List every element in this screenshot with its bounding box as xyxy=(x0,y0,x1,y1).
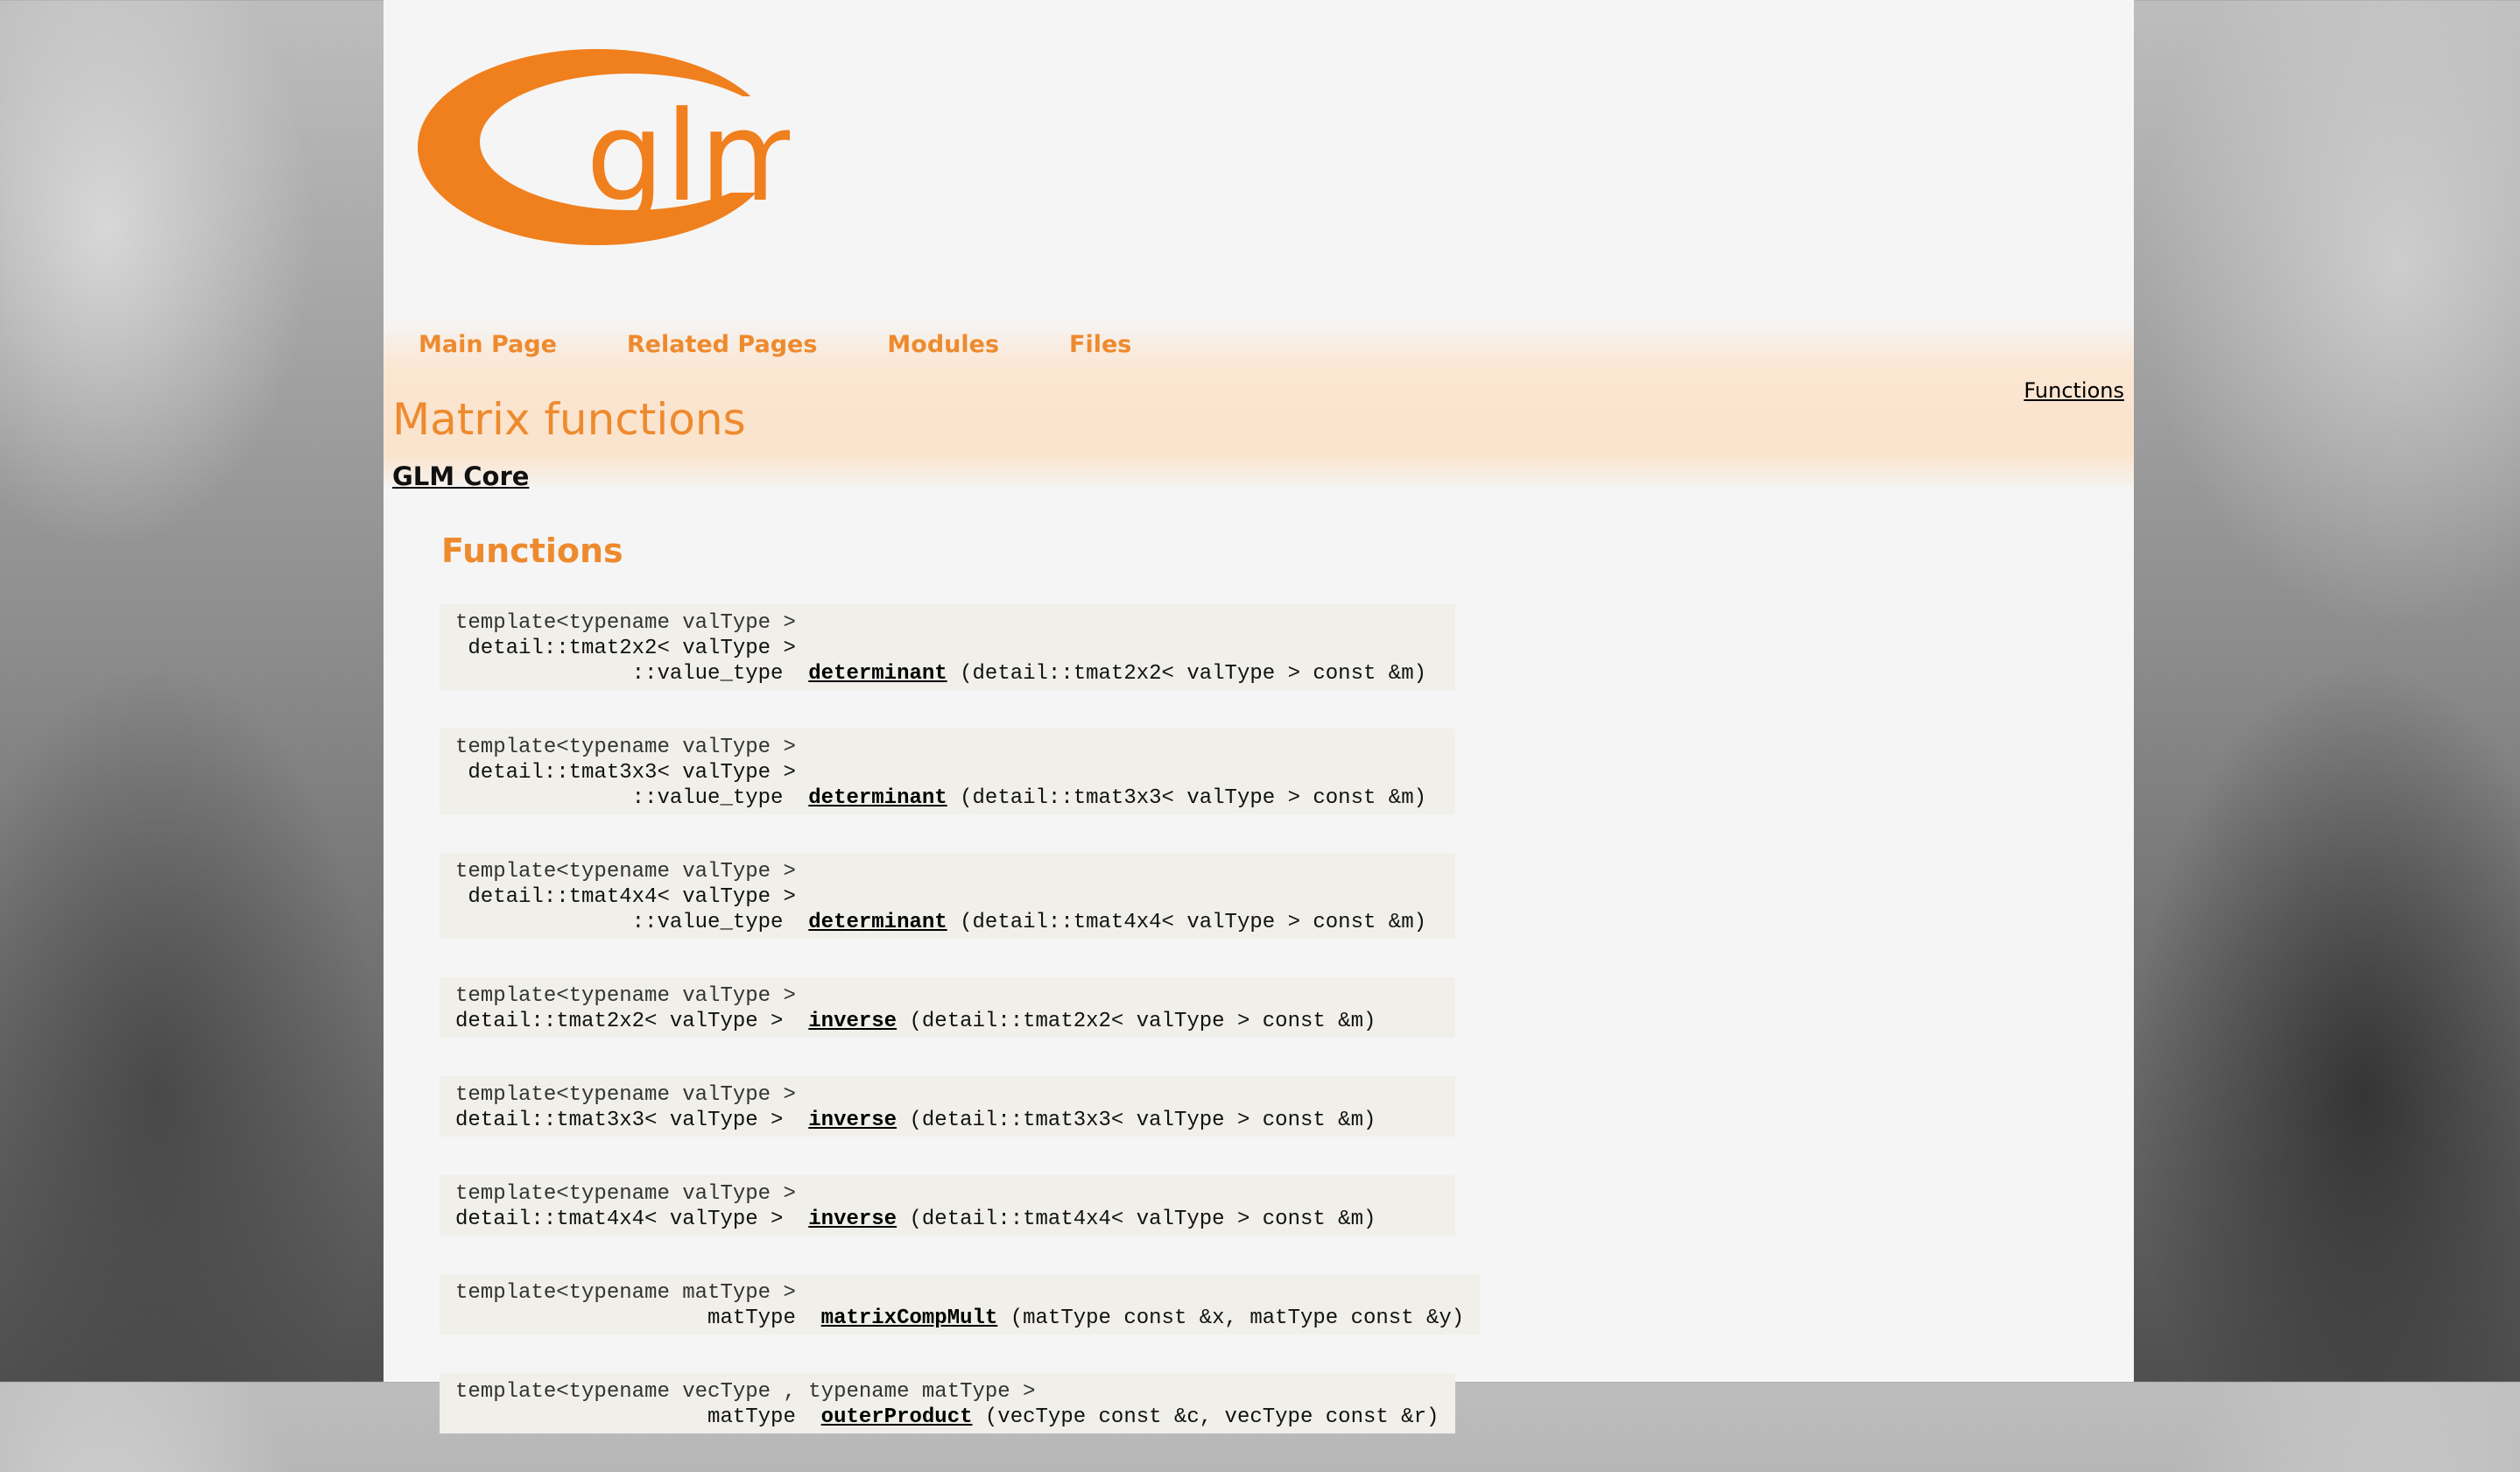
template-line: template<typename valType > xyxy=(455,860,796,884)
return-type: detail::tmat4x4< valType > xyxy=(455,885,796,909)
function-args: (detail::tmat2x2< valType > const &m) xyxy=(947,662,1426,686)
function-link-determinant[interactable]: determinant xyxy=(808,662,947,686)
function-link-determinant[interactable]: determinant xyxy=(808,911,947,934)
function-item: template<typename valType > detail::tmat4… xyxy=(440,1175,1455,1236)
function-link-inverse[interactable]: inverse xyxy=(808,1208,897,1231)
function-link-inverse[interactable]: inverse xyxy=(808,1010,897,1033)
function-args: (detail::tmat3x3< valType > const &m) xyxy=(947,786,1426,810)
function-args: (matType const &x, matType const &y) xyxy=(997,1306,1465,1330)
group-link-glm-core[interactable]: GLM Core xyxy=(392,461,529,491)
template-line: template<typename valType > xyxy=(455,984,796,1008)
return-type: detail::tmat2x2< valType > xyxy=(455,637,796,660)
tab-modules[interactable]: Modules xyxy=(887,331,999,358)
function-link-outerproduct[interactable]: outerProduct xyxy=(821,1405,973,1429)
template-line: template<typename valType > xyxy=(455,1083,796,1107)
tab-related-pages[interactable]: Related Pages xyxy=(627,331,818,358)
main-nav: Main Page Related Pages Modules Files xyxy=(419,331,1201,358)
return-type: ::value_type xyxy=(455,786,809,810)
function-item: template<typename valType > detail::tmat2… xyxy=(440,977,1455,1038)
return-type: detail::tmat2x2< valType > xyxy=(455,1010,809,1033)
function-args: (vecType const &c, vecType const &r) xyxy=(972,1405,1439,1429)
template-line: template<typename valType > xyxy=(455,611,796,635)
section-title-functions: Functions xyxy=(441,532,623,570)
return-type: ::value_type xyxy=(455,662,809,686)
return-type: matType xyxy=(455,1405,821,1429)
summary-functions-link[interactable]: Functions xyxy=(2024,378,2124,403)
template-line: template<typename valType > xyxy=(455,1182,796,1206)
function-item: template<typename valType > detail::tmat3… xyxy=(440,1076,1455,1137)
function-item: template<typename matType > matType matr… xyxy=(440,1274,1481,1335)
function-args: (detail::tmat2x2< valType > const &m) xyxy=(897,1010,1376,1033)
function-list: template<typename valType > detail::tmat… xyxy=(440,604,1481,1472)
logo-text: glm xyxy=(586,85,790,229)
function-item: template<typename valType > detail::tmat… xyxy=(440,853,1455,939)
template-line: template<typename vecType , typename mat… xyxy=(455,1380,1036,1404)
template-line: template<typename valType > xyxy=(455,736,796,759)
return-type: detail::tmat3x3< valType > xyxy=(455,1109,809,1132)
glm-logo: glm xyxy=(418,49,790,245)
function-link-determinant[interactable]: determinant xyxy=(808,786,947,810)
function-args: (detail::tmat4x4< valType > const &m) xyxy=(897,1208,1376,1231)
function-link-inverse[interactable]: inverse xyxy=(808,1109,897,1132)
return-type: ::value_type xyxy=(455,911,809,934)
function-args: (detail::tmat3x3< valType > const &m) xyxy=(897,1109,1376,1132)
return-type: detail::tmat3x3< valType > xyxy=(455,761,796,785)
function-link-matrixcompmult[interactable]: matrixCompMult xyxy=(821,1306,998,1330)
page-title: Matrix functions xyxy=(392,394,746,445)
function-item: template<typename vecType , typename mat… xyxy=(440,1373,1455,1433)
template-line: template<typename matType > xyxy=(455,1281,796,1305)
return-type: detail::tmat4x4< valType > xyxy=(455,1208,809,1231)
return-type: matType xyxy=(455,1306,821,1330)
function-args: (detail::tmat4x4< valType > const &m) xyxy=(947,911,1426,934)
tab-main-page[interactable]: Main Page xyxy=(419,331,557,358)
tab-files[interactable]: Files xyxy=(1069,331,1131,358)
function-item: template<typename valType > detail::tmat… xyxy=(440,604,1455,690)
function-item: template<typename valType > detail::tmat… xyxy=(440,729,1455,814)
page-container: glm Main Page Related Pages Modules File… xyxy=(384,0,2134,1433)
